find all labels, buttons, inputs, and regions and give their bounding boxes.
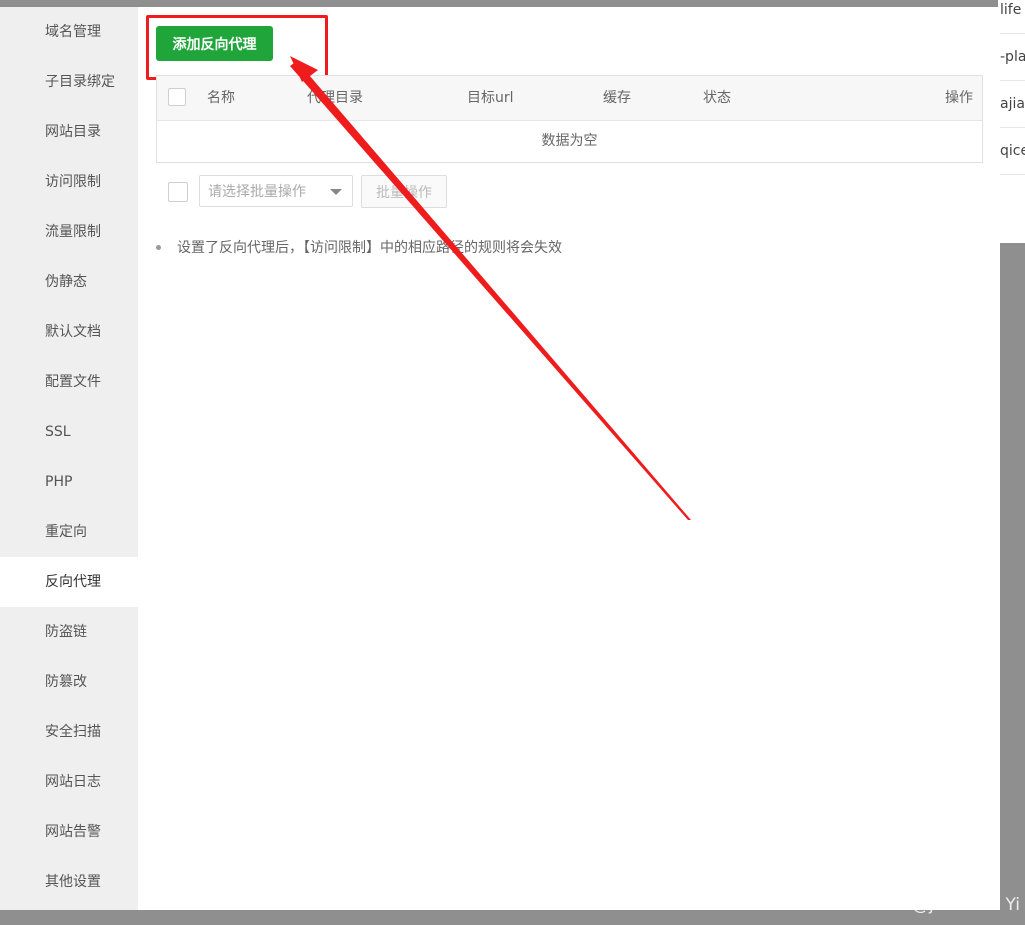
empty-state-text: 数据为空 bbox=[541, 133, 598, 149]
sidebar-item-hotlink-protection[interactable]: 防盗链 bbox=[0, 607, 138, 657]
background-row: life bbox=[998, 0, 1025, 34]
sidebar-item-security-scan[interactable]: 安全扫描 bbox=[0, 707, 138, 757]
reverse-proxy-panel: 添加反向代理 名称 代理目录 目标url 缓存 状态 操作 数据为空 请选择批量… bbox=[138, 7, 1000, 910]
table-header: 名称 代理目录 目标url 缓存 状态 操作 bbox=[157, 76, 982, 121]
column-header-status: 状态 bbox=[703, 90, 731, 106]
sidebar-item-rewrite[interactable]: 伪静态 bbox=[0, 257, 138, 307]
batch-select-placeholder: 请选择批量操作 bbox=[208, 184, 306, 200]
sidebar-item-traffic-limit[interactable]: 流量限制 bbox=[0, 207, 138, 257]
sidebar-item-reverse-proxy[interactable]: 反向代理 bbox=[0, 557, 138, 607]
sidebar-item-config-file[interactable]: 配置文件 bbox=[0, 357, 138, 407]
sidebar-item-php[interactable]: PHP bbox=[0, 457, 138, 507]
tip-item: 设置了反向代理后，【访问限制】中的相应路径的规则将会失效 bbox=[177, 240, 562, 256]
column-header-actions: 操作 bbox=[945, 90, 973, 106]
sidebar-item-site-directory[interactable]: 网站目录 bbox=[0, 107, 138, 157]
sidebar-item-tamper-protection[interactable]: 防篡改 bbox=[0, 657, 138, 707]
sidebar-item-site-log[interactable]: 网站日志 bbox=[0, 757, 138, 807]
sidebar-item-domain[interactable]: 域名管理 bbox=[0, 7, 138, 57]
background-row: qice bbox=[998, 128, 1025, 175]
background-row: -pla bbox=[998, 34, 1025, 81]
column-header-cache: 缓存 bbox=[603, 90, 631, 106]
sidebar-item-subdirectory-binding[interactable]: 子目录绑定 bbox=[0, 57, 138, 107]
bullet-icon bbox=[156, 245, 161, 250]
column-header-proxy-directory: 代理目录 bbox=[307, 90, 363, 106]
sidebar-item-ssl[interactable]: SSL bbox=[0, 407, 138, 457]
sidebar-item-site-alert[interactable]: 网站告警 bbox=[0, 807, 138, 857]
site-settings-modal: 域名管理 子目录绑定 网站目录 访问限制 流量限制 伪静态 默认文档 配置文件 … bbox=[0, 7, 1000, 910]
batch-operation-button[interactable]: 批量操作 bbox=[361, 175, 447, 208]
column-header-target-url: 目标url bbox=[467, 90, 514, 106]
sidebar-item-access-limit[interactable]: 访问限制 bbox=[0, 157, 138, 207]
column-header-name: 名称 bbox=[207, 90, 235, 106]
sidebar-item-default-document[interactable]: 默认文档 bbox=[0, 307, 138, 357]
batch-operations-bar: 请选择批量操作 批量操作 bbox=[156, 175, 656, 209]
background-page: life -pla ajian qice bbox=[998, 0, 1025, 243]
watermark-text: CSDN @june-Dai Yi bbox=[858, 895, 1020, 915]
batch-select-checkbox[interactable] bbox=[168, 182, 188, 202]
background-row: ajian bbox=[998, 81, 1025, 128]
settings-sidebar: 域名管理 子目录绑定 网站目录 访问限制 流量限制 伪静态 默认文档 配置文件 … bbox=[0, 7, 138, 910]
batch-operation-select[interactable]: 请选择批量操作 bbox=[199, 175, 353, 207]
sidebar-item-other-settings[interactable]: 其他设置 bbox=[0, 857, 138, 907]
sidebar-item-redirect[interactable]: 重定向 bbox=[0, 507, 138, 557]
proxy-table: 名称 代理目录 目标url 缓存 状态 操作 数据为空 bbox=[156, 75, 983, 163]
caret-down-icon bbox=[330, 189, 342, 195]
annotation-highlight-box bbox=[146, 15, 328, 80]
select-all-checkbox[interactable] bbox=[168, 88, 186, 106]
